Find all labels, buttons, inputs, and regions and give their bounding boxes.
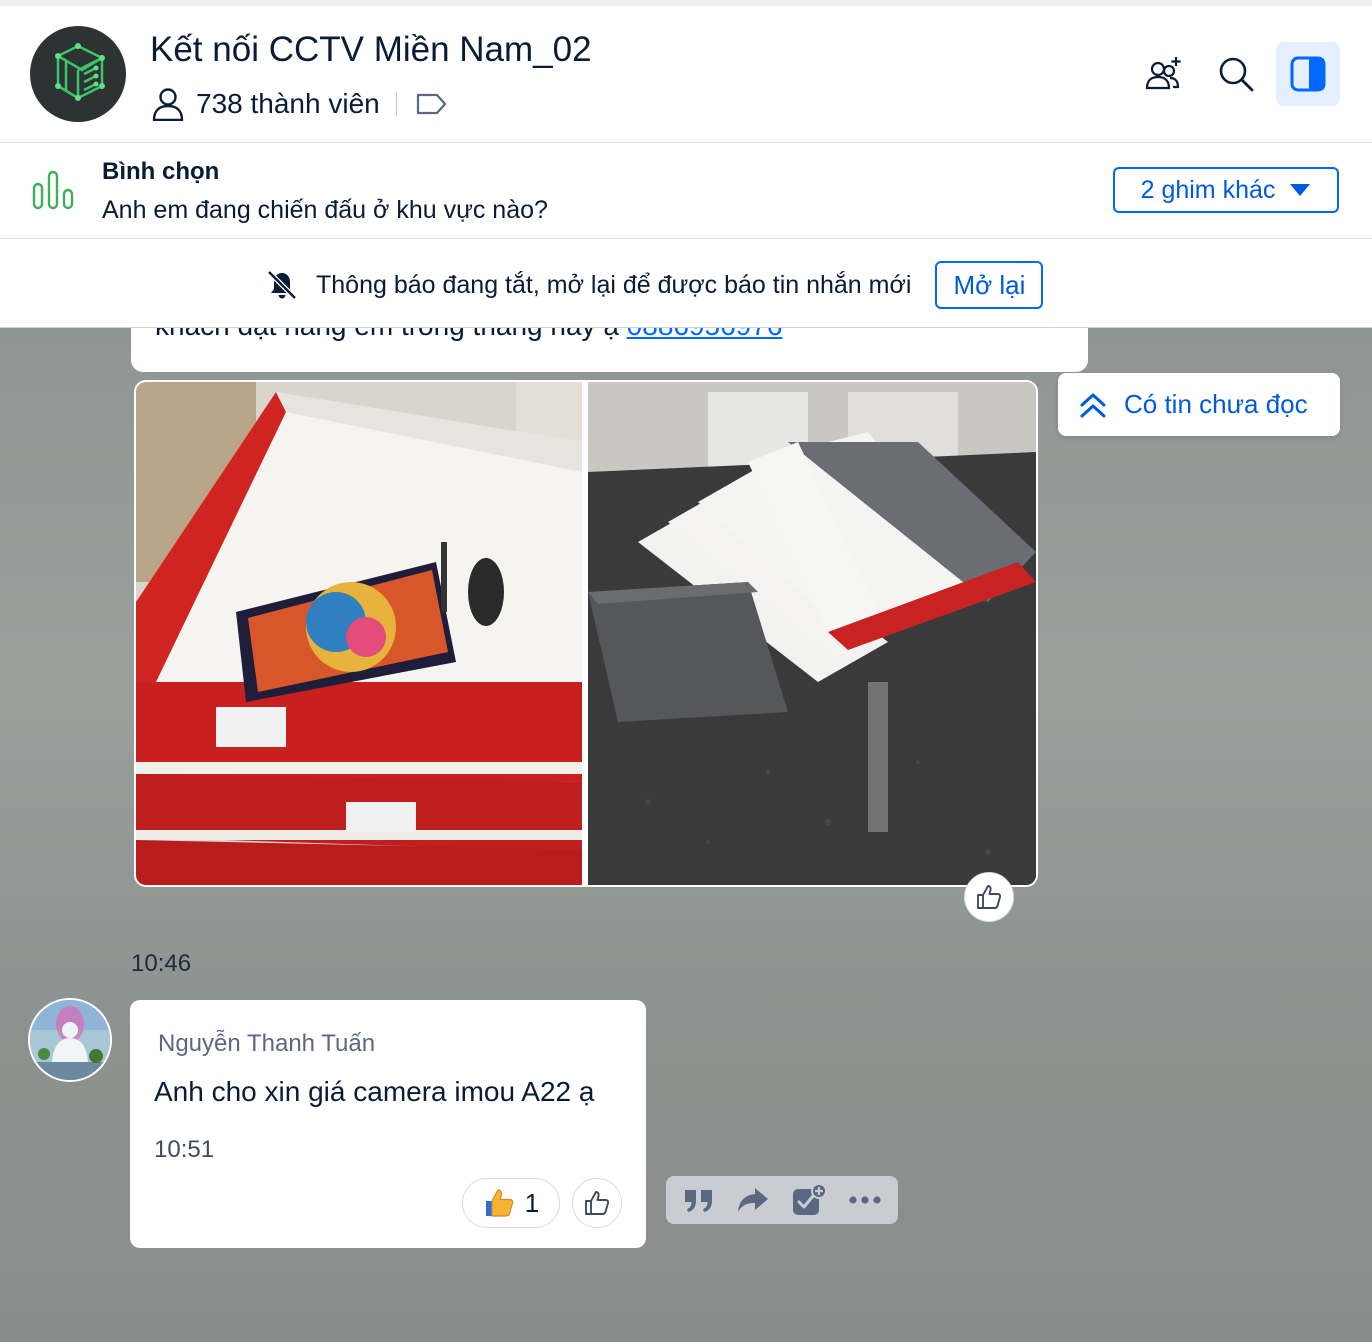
photo-monitor-boxes[interactable] (136, 382, 582, 885)
photo-ssd-boxes[interactable] (588, 382, 1036, 885)
group-logo-icon (55, 43, 105, 101)
thumbs-up-icon (585, 1191, 610, 1215)
reopen-notifications-button[interactable]: Mở lại (935, 261, 1044, 309)
add-task-icon[interactable] (791, 1183, 827, 1217)
divider (395, 92, 397, 116)
bell-off-icon (266, 269, 298, 301)
message-time: 10:51 (154, 1136, 215, 1163)
unread-label: Có tin chưa đọc (1124, 389, 1308, 419)
phone-link[interactable]: 0886956976 (627, 328, 783, 341)
message-action-bar (666, 1176, 898, 1224)
sidebar-toggle-icon (1290, 56, 1326, 92)
notification-text: Thông báo đang tắt, mở lại để được báo t… (316, 270, 912, 299)
previous-message-bubble[interactable]: khách đặt hàng em trong tháng này ạ 0886… (131, 328, 1088, 372)
sender-avatar[interactable] (28, 998, 112, 1082)
pinned-text[interactable]: Anh em đang chiến đấu ở khu vực nào? (102, 196, 548, 225)
chat-area: khách đặt hàng em trong tháng này ạ 0886… (0, 328, 1372, 1342)
double-chevron-up-icon (1080, 393, 1106, 417)
header-top-strip (0, 0, 1372, 6)
time-separator: 10:46 (131, 950, 192, 977)
unread-messages-button[interactable]: Có tin chưa đọc (1058, 373, 1340, 436)
more-pins-label: 2 ghim khác (1140, 175, 1276, 204)
sidebar-toggle-button[interactable] (1276, 42, 1340, 106)
previous-message-body: khách đặt hàng em trong tháng này ạ (155, 328, 627, 341)
reaction-count: 1 (524, 1187, 540, 1218)
member-icon (152, 87, 184, 121)
member-count: 738 thành viên (196, 88, 380, 119)
previous-message-text: khách đặt hàng em trong tháng này ạ 0886… (155, 328, 782, 342)
caret-down-icon (1290, 184, 1311, 196)
group-avatar[interactable] (30, 26, 126, 122)
member-info[interactable]: 738 thành viên (152, 86, 447, 122)
thumbs-up-icon (977, 885, 1002, 909)
message-text: Anh cho xin giá camera imou A22 ạ (154, 1076, 595, 1107)
forward-icon[interactable] (736, 1186, 770, 1214)
search-icon (1219, 57, 1254, 92)
sender-name[interactable]: Nguyễn Thanh Tuấn (158, 1030, 375, 1058)
group-name[interactable]: Kết nối CCTV Miền Nam_02 (150, 30, 592, 70)
notification-row: Thông báo đang tắt, mở lại để được báo t… (266, 260, 1044, 310)
message-bubble[interactable]: Nguyễn Thanh Tuấn Anh cho xin giá camera… (130, 1000, 646, 1248)
reaction-summary[interactable]: 1 (462, 1178, 560, 1228)
pinned-title: Bình chọn (102, 158, 220, 185)
more-icon[interactable] (848, 1195, 882, 1205)
poll-icon (32, 170, 74, 215)
album-like-button[interactable] (964, 872, 1014, 922)
add-member-icon (1145, 57, 1181, 90)
message-like-button[interactable] (572, 1178, 622, 1228)
tag-icon[interactable] (415, 92, 447, 116)
search-button[interactable] (1204, 42, 1268, 106)
image-album[interactable] (134, 380, 1038, 887)
add-member-button[interactable] (1131, 42, 1195, 106)
thumbs-up-emoji-icon (485, 1189, 513, 1217)
quote-icon[interactable] (683, 1186, 715, 1214)
more-pins-button[interactable]: 2 ghim khác (1113, 167, 1339, 213)
